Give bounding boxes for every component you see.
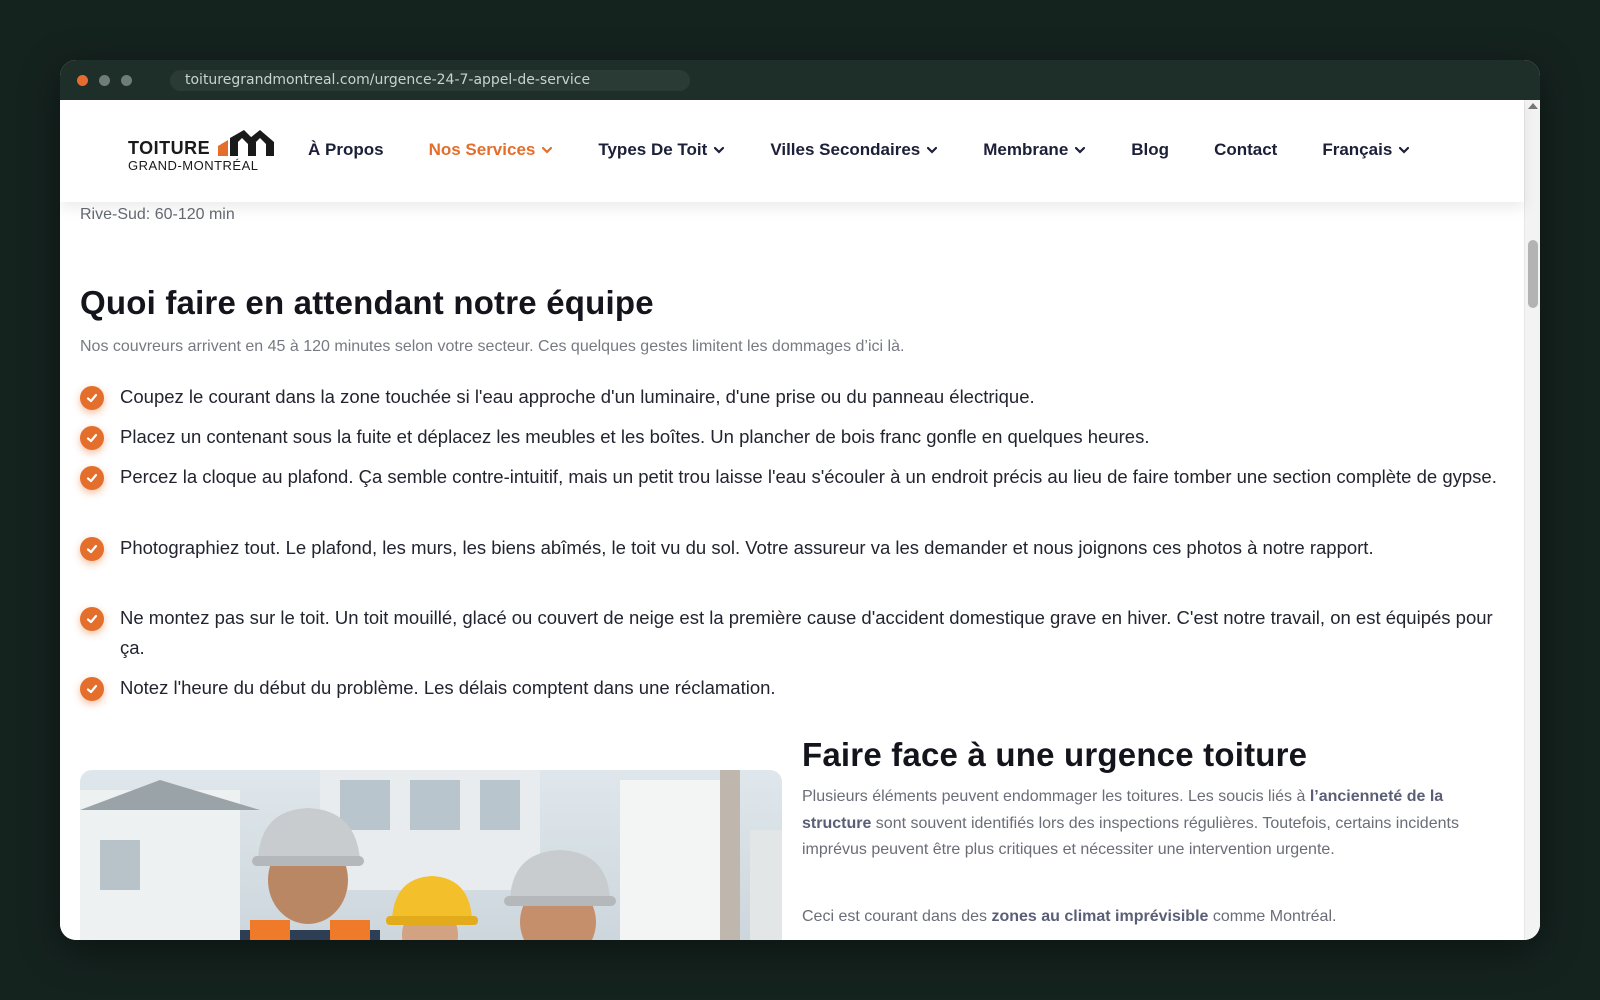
nav-item-contact[interactable]: Contact [1214,140,1277,160]
section-lead: Nos couvreurs arrivent en 45 à 120 minut… [80,338,905,355]
check-icon [80,607,104,631]
list-item-text: Placez un contenant sous la fuite et dép… [120,426,1150,447]
nav-item-label: Blog [1131,140,1170,159]
page-viewport: TOITURE GRAND-MONTRÉAL À Propos Nos Serv… [60,100,1540,940]
section-title-wait: Quoi faire en attendant notre équipe [80,284,654,321]
chevron-down-icon [542,146,553,154]
browser-titlebar: toituregrandmontreal.com/urgence-24-7-ap… [60,60,1540,100]
chevron-down-icon [1075,146,1086,154]
nav-item-types-de-toit[interactable]: Types De Toit [598,140,725,160]
nav-item-membrane[interactable]: Membrane [983,140,1086,160]
list-item-text: Ne montez pas sur le toit. Un toit mouil… [120,607,1493,658]
language-label: Français [1322,140,1393,159]
site-logo[interactable]: TOITURE GRAND-MONTRÉAL [128,126,278,176]
scrollbar-thumb[interactable] [1528,240,1538,308]
nav-item-a-propos[interactable]: À Propos [308,140,384,160]
close-window-button[interactable] [77,75,88,86]
page-scrollbar[interactable] [1524,100,1540,940]
chevron-down-icon [714,146,725,154]
nav-item-label: Membrane [983,140,1069,159]
workers-illustration [80,770,782,940]
browser-window: toituregrandmontreal.com/urgence-24-7-ap… [60,60,1540,940]
nav-item-blog[interactable]: Blog [1131,140,1169,160]
check-icon [80,426,104,450]
urgence-paragraph-1: Plusieurs éléments peuvent endommager le… [802,784,1502,864]
site-header: TOITURE GRAND-MONTRÉAL À Propos Nos Serv… [60,100,1524,202]
nav-item-label: Types De Toit [598,140,708,159]
chevron-down-icon [1399,146,1410,154]
check-icon [80,386,104,410]
list-item-text: Coupez le courant dans la zone touchée s… [120,386,1035,407]
paragraph-emphasis: zones au climat imprévisible [991,908,1209,925]
nav-item-villes-secondaires[interactable]: Villes Secondaires [770,140,938,160]
paragraph-text: Ceci est courant dans des [802,908,992,925]
check-icon [80,537,104,561]
language-selector[interactable]: Français [1322,140,1410,160]
roof-logo-icon [218,130,274,156]
section-title-urgence: Faire face à une urgence toiture [802,736,1308,773]
address-bar[interactable]: toituregrandmontreal.com/urgence-24-7-ap… [170,70,690,91]
paragraph-text: comme Montréal. [1208,908,1337,925]
list-item-text: Percez la cloque au plafond. Ça semble c… [120,466,1497,487]
nav-item-label: Villes Secondaires [770,140,921,159]
previous-section-text: Rive-Sud: 60-120 min [80,206,235,223]
paragraph-text: Plusieurs éléments peuvent endommager le… [802,788,1310,805]
main-menu: À Propos Nos Services Types De Toit Vill… [308,140,1455,160]
nav-item-label: Contact [1214,140,1278,159]
urgence-paragraph-2: Ceci est courant dans des zones au clima… [802,904,1502,931]
list-item-text: Notez l'heure du début du problème. Les … [120,677,776,698]
list-item-text: Photographiez tout. Le plafond, les murs… [120,537,1374,558]
chevron-down-icon [927,146,938,154]
check-icon [80,466,104,490]
paragraph-text: sont souvent identifiés lors des inspect… [802,814,1459,859]
nav-item-label: À Propos [308,140,384,159]
nav-item-label: Nos Services [428,140,536,159]
nav-item-nos-services[interactable]: Nos Services [429,140,554,160]
maximize-window-button[interactable] [121,75,132,86]
logo-text-line1: TOITURE [128,138,211,158]
scroll-up-arrow-icon[interactable] [1528,103,1538,109]
workers-photo [80,770,782,940]
minimize-window-button[interactable] [99,75,110,86]
logo-text-line2: GRAND-MONTRÉAL [128,158,259,173]
check-icon [80,677,104,701]
